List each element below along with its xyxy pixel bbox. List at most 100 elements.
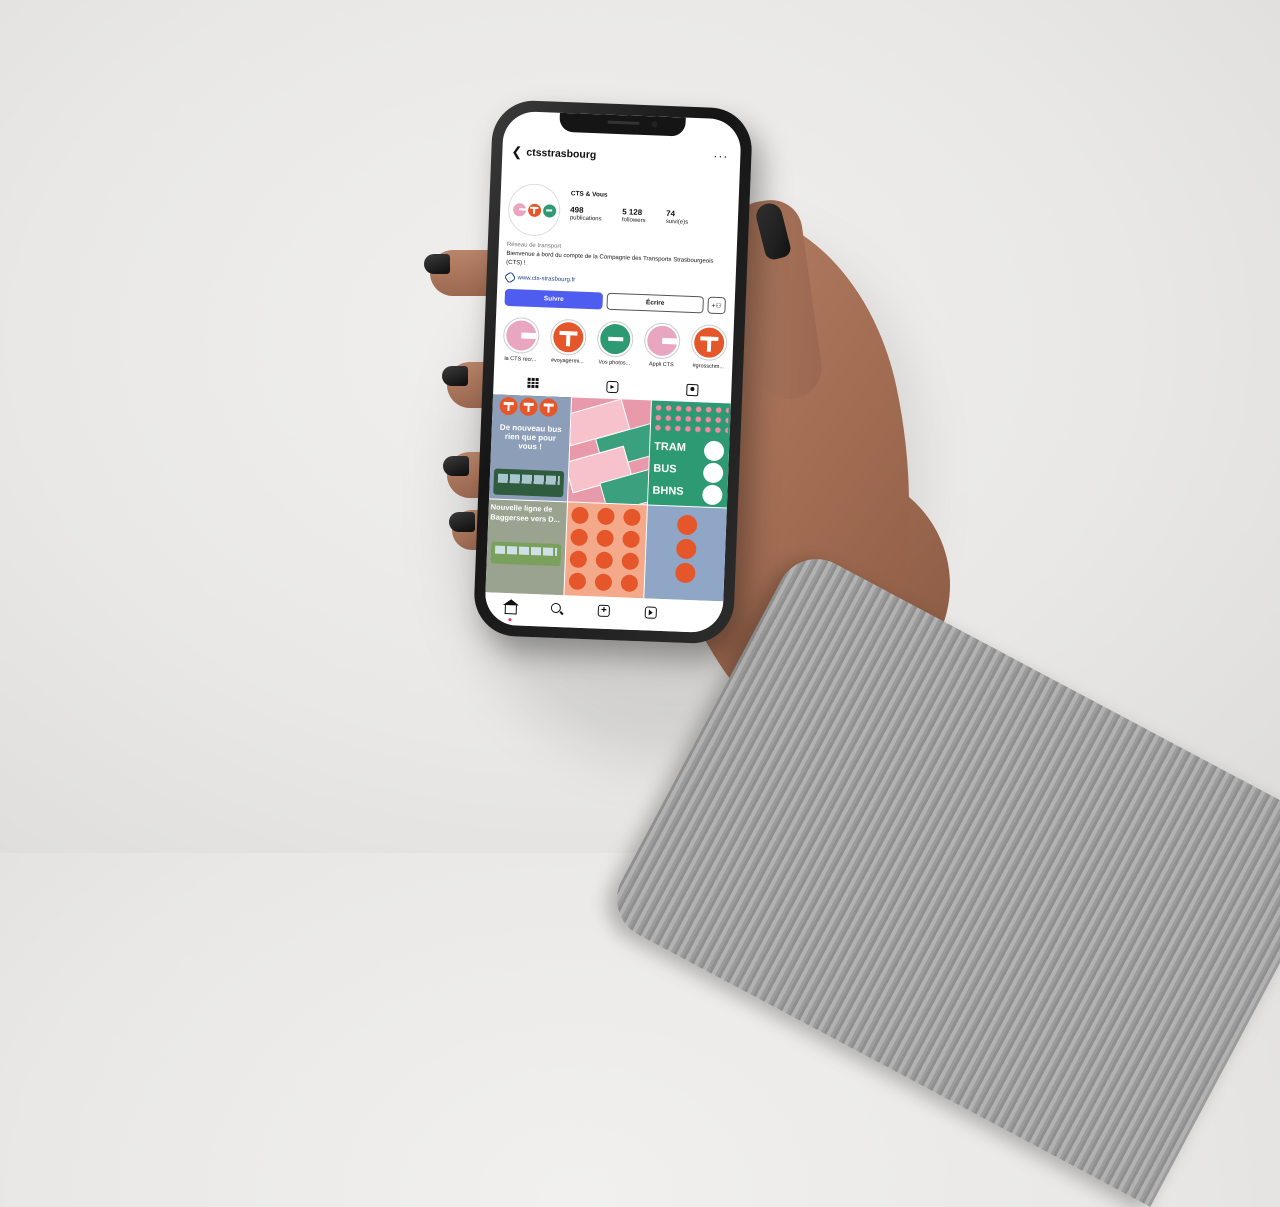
post-thumbnail[interactable]: Nouvelle ligne de Baggersee vers D... <box>485 499 567 596</box>
stat-value: 74 <box>665 208 676 219</box>
post-line: TRAM <box>653 440 687 454</box>
finger-nail <box>424 254 450 274</box>
pattern-dot <box>622 530 640 549</box>
profile-link-text: www.cts-strasbourg.fr <box>517 274 576 283</box>
reels-icon[interactable] <box>644 606 658 619</box>
pattern-dots <box>652 402 729 436</box>
grid-icon <box>527 377 539 389</box>
pattern-dot <box>623 508 641 527</box>
pattern-dot <box>571 506 589 525</box>
pattern-dot <box>569 550 588 569</box>
finger-nail <box>449 512 475 532</box>
finger-nail <box>443 456 469 476</box>
highlight-t-icon <box>693 327 725 359</box>
stat-value: 5 128 <box>621 207 643 217</box>
post-grid: De nouveau bus rien que pour vous ! TRAM… <box>485 394 731 602</box>
post-thumbnail[interactable] <box>568 397 651 505</box>
highlight-ring <box>643 322 681 360</box>
stat-label: suivi(e)s <box>665 218 689 226</box>
phone-frame: ❮ ctsstrasbourg ··· CTS & Vous 498 publi… <box>472 99 754 645</box>
highlight-label: #voyagermi... <box>550 357 584 365</box>
pattern-dot <box>621 552 640 571</box>
highlight-item[interactable]: Appli CTS <box>639 322 685 369</box>
search-icon[interactable] <box>550 602 562 614</box>
cts-c-icon <box>703 440 725 462</box>
cts-t-icon <box>702 462 724 484</box>
post-caption: De nouveau bus rien que pour vous ! <box>499 422 562 452</box>
profile-display-name: CTS & Vous <box>570 190 608 199</box>
pattern-dot <box>594 573 613 592</box>
highlight-ring <box>502 316 541 355</box>
bus-image <box>493 468 565 498</box>
highlight-item[interactable]: #voyagermi... <box>545 318 591 365</box>
add-person-icon[interactable]: +⚇ <box>707 296 726 315</box>
post-thumbnail[interactable]: De nouveau bus rien que pour vous ! <box>489 394 571 502</box>
pattern-dot <box>620 574 639 593</box>
home-icon[interactable] <box>504 605 517 615</box>
front-camera <box>651 121 658 128</box>
stat-label: followers <box>621 217 646 225</box>
stat-publications[interactable]: 498 publications <box>570 205 602 222</box>
post-line: BUS <box>653 462 677 476</box>
profile-link[interactable]: www.cts-strasbourg.fr <box>503 271 576 285</box>
highlight-label: Appli CTS <box>648 361 674 369</box>
finger-nail <box>442 366 468 386</box>
profile-bio: Bienvenue à bord du compte de la Compagn… <box>505 250 714 267</box>
cts-c-icon <box>499 396 518 416</box>
reels-icon <box>606 380 619 394</box>
stat-following[interactable]: 74 suivi(e)s <box>666 209 689 226</box>
pattern-dot <box>568 572 587 591</box>
highlight-s-icon <box>599 323 631 355</box>
highlight-label: Vos photos... <box>598 359 631 367</box>
pattern-dot <box>595 551 614 570</box>
speaker-grille <box>607 120 640 125</box>
highlight-ring <box>549 318 587 356</box>
post-caption: Nouvelle ligne de Baggersee vers D... <box>490 502 561 525</box>
add-post-icon[interactable]: + <box>597 604 611 618</box>
profile-username: ctsstrasbourg <box>526 146 597 162</box>
highlight-item[interactable]: #grosschm... <box>686 323 732 371</box>
phone-screen: ❮ ctsstrasbourg ··· CTS & Vous 498 publi… <box>484 110 742 634</box>
highlight-label: la CTS recr... <box>504 355 537 364</box>
highlight-c-icon <box>505 319 537 352</box>
phone-notch <box>559 112 686 137</box>
highlight-ring <box>596 320 634 358</box>
profile-category: Réseau de transport <box>506 241 562 250</box>
chevron-left-icon[interactable]: ❮ <box>511 144 522 160</box>
cts-c-icon <box>676 514 698 536</box>
follow-button[interactable]: Suivre <box>504 288 604 310</box>
pattern-dot <box>596 529 614 548</box>
highlight-label: #grosschm... <box>692 363 725 371</box>
stat-followers[interactable]: 5 128 followers <box>622 207 646 224</box>
avatar[interactable] <box>507 182 562 237</box>
profile-header: ❮ ctsstrasbourg ··· <box>502 143 741 172</box>
message-button[interactable]: Écrire <box>606 292 704 314</box>
cts-t-icon <box>675 538 697 560</box>
post-thumbnail[interactable] <box>564 502 647 599</box>
cts-logo <box>498 396 559 417</box>
highlight-item[interactable]: Vos photos... <box>592 320 638 367</box>
highlight-t-icon <box>552 321 584 353</box>
tram-image <box>490 541 562 567</box>
cts-s-icon <box>539 398 558 417</box>
more-horizontal-icon[interactable]: ··· <box>713 149 729 164</box>
pattern-dot <box>570 528 588 547</box>
cts-t-icon <box>527 203 541 217</box>
pattern-dot <box>597 507 615 526</box>
highlight-ring <box>690 323 728 362</box>
stat-label: publications <box>569 215 602 223</box>
highlight-c-icon <box>646 325 678 357</box>
tagged-icon <box>686 383 699 397</box>
cts-s-icon <box>542 203 556 218</box>
link-icon <box>503 271 517 284</box>
cts-t-icon <box>519 397 538 417</box>
post-line: BHNS <box>652 484 684 498</box>
post-thumbnail[interactable] <box>644 505 727 602</box>
stat-value: 498 <box>570 205 584 215</box>
cts-s-icon <box>674 562 696 584</box>
highlight-item[interactable]: la CTS recr... <box>498 316 544 364</box>
cts-c-icon <box>512 202 526 217</box>
notification-dot <box>508 618 512 622</box>
post-thumbnail[interactable]: TRAM BUS BHNS <box>647 400 731 508</box>
cts-s-icon <box>701 484 723 506</box>
